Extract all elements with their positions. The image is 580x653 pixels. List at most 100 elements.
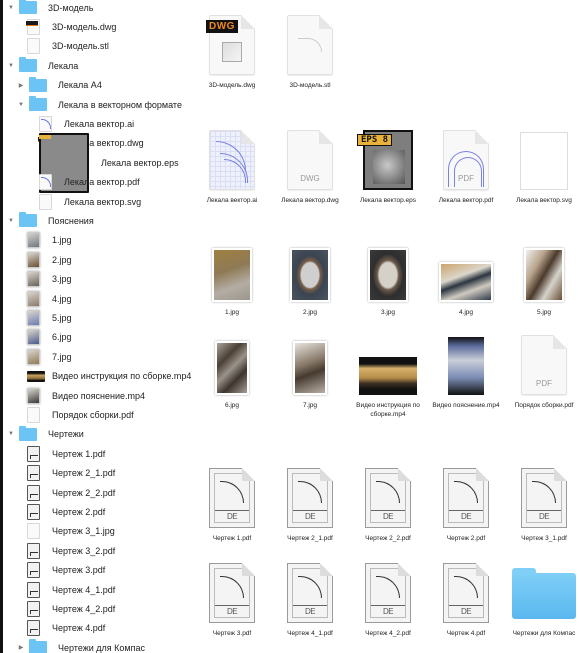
tree-item[interactable]: Лекала вектор.ai — [29, 114, 134, 133]
tree-item[interactable]: 3D-модель.stl — [17, 37, 109, 56]
file-item[interactable]: 7.jpg — [271, 325, 349, 410]
folder-item[interactable]: Чертежи для Компас — [505, 553, 580, 638]
file-item[interactable]: PDF Порядок сборки.pdf — [505, 325, 580, 410]
file-item[interactable]: DE Чертеж 2_2.pdf — [349, 458, 427, 543]
file-item[interactable]: 2.jpg — [271, 232, 349, 317]
tree-item[interactable]: Лекала вектор.pdf — [29, 173, 140, 192]
tree-item[interactable]: Лекала вектор.svg — [29, 192, 141, 211]
file-item-label: Чертеж 1.pdf — [212, 535, 252, 542]
tree-item[interactable]: Чертеж 3_2.pdf — [17, 541, 115, 560]
svg-file-icon — [39, 193, 52, 210]
file-item[interactable]: Видео пояснение.mp4 — [427, 325, 505, 410]
tree-item[interactable]: 2.jpg — [17, 250, 72, 269]
file-item[interactable]: 3D-модель.stl — [271, 5, 349, 90]
tree-item-label: Видео пояснение.mp4 — [52, 390, 146, 401]
disclosure-expanded-icon[interactable]: ▼ — [7, 431, 15, 437]
tree-item[interactable]: 7.jpg — [17, 347, 72, 366]
file-item[interactable]: DWG Лекала вектор.dwg — [271, 120, 349, 205]
file-item[interactable]: DE Чертеж 4_1.pdf — [271, 553, 349, 638]
disclosure-expanded-icon[interactable]: ▼ — [7, 5, 15, 11]
image-thumbnail-icon — [27, 271, 40, 288]
file-item-label: Лекала вектор.eps — [359, 197, 417, 204]
tree-item[interactable]: Чертеж 2_1.pdf — [17, 464, 115, 483]
drawing-pdf-icon: DE — [209, 468, 255, 528]
drawing-pdf-icon — [27, 484, 40, 501]
file-item-label: Порядок сборки.pdf — [514, 402, 574, 409]
file-item[interactable]: DE Чертеж 1.pdf — [193, 458, 271, 543]
disclosure-expanded-icon[interactable]: ▼ — [17, 102, 25, 108]
file-item-label: 1.jpg — [224, 309, 240, 316]
tree-item[interactable]: Порядок сборки.pdf — [17, 405, 134, 424]
file-item-label: 4.jpg — [458, 309, 474, 316]
eps-file-icon: EPS 8 — [357, 130, 413, 190]
tree-item[interactable]: Чертеж 3.pdf — [17, 561, 105, 580]
title-block-stamp: DE — [527, 510, 561, 522]
disclosure-collapsed-icon[interactable]: ▶ — [17, 644, 25, 651]
tree-item[interactable]: Видео инструкция по сборке.mp4 — [17, 367, 191, 386]
file-item[interactable]: EPS 8 Лекала вектор.eps — [349, 120, 427, 205]
tree-item[interactable]: Чертеж 2_2.pdf — [17, 483, 115, 502]
file-item-label: Чертеж 4_1.pdf — [287, 630, 333, 637]
image-thumbnail — [368, 248, 408, 302]
tree-item[interactable]: Лекала вектор.eps — [29, 132, 179, 193]
tree-item[interactable]: 1.jpg — [17, 231, 72, 250]
tree-item[interactable]: Чертеж 2.pdf — [17, 502, 105, 521]
file-item-label: Видео инструкция по сборке.mp4 — [356, 402, 420, 418]
tree-item[interactable]: Чертеж 4_1.pdf — [17, 580, 115, 599]
file-item-label: 6.jpg — [224, 402, 240, 409]
file-item[interactable]: 4.jpg — [427, 232, 505, 317]
tree-item-label: Лекала А4 — [58, 80, 102, 91]
drawing-pdf-icon: DE — [287, 563, 333, 623]
tree-item[interactable]: Чертеж 4_2.pdf — [17, 599, 115, 618]
tree-item[interactable]: Видео пояснение.mp4 — [17, 386, 145, 405]
file-item[interactable]: DE Чертеж 4.pdf — [427, 553, 505, 638]
tree-item[interactable]: Чертеж 4.pdf — [17, 619, 105, 638]
file-item-label: Чертеж 2.pdf — [446, 535, 486, 542]
file-item[interactable]: Лекала вектор.ai — [193, 120, 271, 205]
tree-item-label: Чертеж 3.pdf — [52, 565, 106, 576]
tree-item[interactable]: ▼ Пояснения — [7, 211, 94, 230]
file-item[interactable]: Лекала вектор.svg — [505, 120, 580, 205]
file-item[interactable]: 1.jpg — [193, 232, 271, 317]
image-thumbnail-icon — [27, 309, 40, 326]
tree-item-label: Лекала вектор.eps — [101, 157, 179, 168]
tree-item[interactable]: ▶ Лекала А4 — [17, 76, 102, 95]
icon-grid-view: DWG 3D-модель.dwg 3D-модель.stl Лекала вект… — [193, 0, 580, 653]
dwg-badge: DWG — [206, 20, 238, 33]
file-item[interactable]: DE Чертеж 2.pdf — [427, 458, 505, 543]
file-item[interactable]: DE Чертеж 2_1.pdf — [271, 458, 349, 543]
video-thumbnail-icon — [27, 370, 45, 382]
image-thumbnail-icon — [27, 329, 40, 346]
tree-item[interactable]: 3.jpg — [17, 270, 72, 289]
tree-item[interactable]: ▼ Чертежи — [7, 425, 84, 444]
disclosure-expanded-icon[interactable]: ▼ — [7, 218, 15, 224]
video-thumbnail — [359, 357, 417, 395]
disclosure-collapsed-icon[interactable]: ▶ — [17, 82, 25, 89]
tree-item[interactable]: 4.jpg — [17, 289, 72, 308]
tree-item[interactable]: 6.jpg — [17, 328, 72, 347]
folder-icon — [19, 57, 37, 73]
tree-item[interactable]: ▼ Лекала — [7, 56, 78, 75]
file-item[interactable]: DE Чертеж 3.pdf — [193, 553, 271, 638]
tree-item[interactable]: ▼ 3D-модель — [7, 0, 93, 17]
tree-item[interactable]: ▶ Чертежи для Компас — [17, 638, 145, 653]
file-item[interactable]: PDF Лекала вектор.pdf — [427, 120, 505, 205]
file-item[interactable]: DE Чертеж 3_1.pdf — [505, 458, 580, 543]
tree-item[interactable]: Чертеж 1.pdf — [17, 444, 105, 463]
tree-item[interactable]: 5.jpg — [17, 308, 72, 327]
stl-file-icon — [27, 38, 40, 55]
tree-item[interactable]: ▼ Лекала в векторном формате — [17, 95, 182, 114]
file-item[interactable]: 3.jpg — [349, 232, 427, 317]
file-item-label: 3.jpg — [380, 309, 396, 316]
folder-icon — [29, 96, 47, 111]
tree-item[interactable]: 3D-модель.dwg — [17, 17, 116, 36]
disclosure-expanded-icon[interactable]: ▼ — [7, 63, 15, 69]
file-item[interactable]: DE Чертеж 4_2.pdf — [349, 553, 427, 638]
file-item[interactable]: 6.jpg — [193, 325, 271, 410]
file-item[interactable]: 5.jpg — [505, 232, 580, 317]
file-item[interactable]: Видео инструкция по сборке.mp4 — [349, 325, 427, 419]
tree-item[interactable]: Чертеж 3_1.jpg — [17, 522, 115, 541]
file-item[interactable]: DWG 3D-модель.dwg — [193, 5, 271, 90]
folder-icon — [19, 212, 37, 228]
drawing-pdf-icon: DE — [443, 563, 489, 623]
